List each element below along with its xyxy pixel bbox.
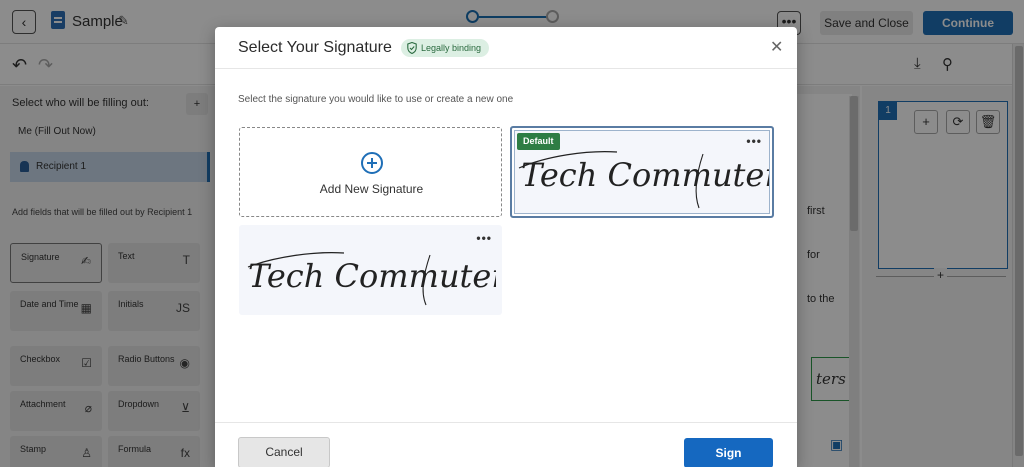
more-dots-icon[interactable]: ••• (476, 232, 492, 244)
sign-button[interactable]: Sign (684, 438, 773, 467)
add-new-signature-label: Add New Signature (319, 182, 424, 196)
cancel-button[interactable]: Cancel (238, 437, 330, 467)
signature-card-2[interactable]: Tech Commuters ••• (239, 225, 502, 315)
signature-card-default[interactable]: Tech Commuters Default ••• (510, 126, 774, 218)
signature-image: Tech Commuters (247, 252, 496, 306)
modal-title: Select Your Signature (238, 39, 392, 56)
legally-binding-badge: Legally binding (401, 39, 490, 57)
signature-image: Tech Commuters (518, 151, 769, 209)
modal-footer: Cancel Sign (215, 422, 797, 467)
signature-text: Tech Commuters (248, 257, 496, 295)
badge-label: Legally binding (421, 43, 482, 53)
add-new-signature-card[interactable]: Add New Signature (239, 127, 502, 217)
more-dots-icon[interactable]: ••• (746, 135, 762, 147)
modal-header: Select Your Signature Legally binding ✕ (215, 27, 797, 69)
default-badge: Default (517, 133, 560, 150)
shield-icon (407, 42, 417, 54)
close-icon[interactable]: ✕ (770, 39, 783, 57)
modal-subtitle: Select the signature you would like to u… (238, 94, 514, 105)
plus-circle-icon (361, 152, 383, 174)
select-signature-modal: Select Your Signature Legally binding ✕ … (215, 27, 797, 467)
signature-text: Tech Commuters (521, 156, 769, 194)
